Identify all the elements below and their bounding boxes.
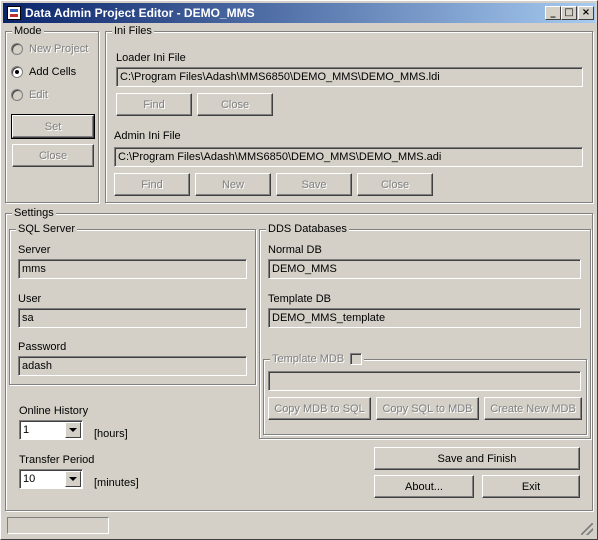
new-project-radio[interactable] bbox=[11, 43, 23, 55]
minimize-button[interactable]: _ bbox=[545, 6, 561, 20]
server-label: Server bbox=[18, 244, 51, 256]
password-label: Password bbox=[18, 341, 67, 353]
normal-db-field[interactable]: DEMO_MMS bbox=[268, 259, 581, 279]
title-bar[interactable]: Data Admin Project Editor - DEMO_MMS _ □… bbox=[3, 3, 595, 23]
app-icon bbox=[7, 6, 21, 20]
admin-close-button[interactable]: Close bbox=[357, 173, 433, 196]
online-history-unit: [hours] bbox=[94, 428, 128, 440]
dds-databases-group-label: DDS Databases bbox=[266, 222, 349, 236]
resize-grip-icon[interactable] bbox=[581, 523, 593, 535]
transfer-period-label: Transfer Period bbox=[19, 454, 95, 466]
online-history-select[interactable]: 1 bbox=[19, 420, 83, 440]
sql-server-group: SQL Server Server mms User sa Password a… bbox=[9, 222, 256, 385]
admin-find-button[interactable]: Find bbox=[114, 173, 190, 196]
template-db-label: Template DB bbox=[268, 293, 331, 305]
admin-ini-field[interactable]: C:\Program Files\Adash\MMS6850\DEMO_MMS\… bbox=[114, 147, 583, 167]
transfer-period-value: 10 bbox=[23, 473, 36, 485]
mode-group-label: Mode bbox=[12, 24, 44, 38]
sql-server-group-label: SQL Server bbox=[16, 222, 78, 236]
ini-files-group: Ini Files Loader Ini File C:\Program Fil… bbox=[105, 24, 593, 203]
about-button[interactable]: About... bbox=[374, 475, 474, 498]
save-and-finish-button[interactable]: Save and Finish bbox=[374, 447, 580, 470]
add-cells-label: Add Cells bbox=[29, 66, 77, 78]
admin-new-button[interactable]: New bbox=[195, 173, 271, 196]
chevron-down-icon[interactable] bbox=[65, 471, 81, 487]
radio-selected-dot bbox=[15, 70, 19, 74]
create-new-mdb-button[interactable]: Create New MDB bbox=[484, 397, 582, 420]
admin-ini-label: Admin Ini File bbox=[114, 130, 181, 142]
copy-mdb-to-sql-button[interactable]: Copy MDB to SQL bbox=[268, 397, 371, 420]
edit-label: Edit bbox=[29, 89, 48, 101]
admin-save-button[interactable]: Save bbox=[276, 173, 352, 196]
server-field[interactable]: mms bbox=[18, 259, 247, 279]
add-cells-radio[interactable] bbox=[11, 66, 23, 78]
loader-ini-label: Loader Ini File bbox=[116, 52, 186, 64]
loader-close-button[interactable]: Close bbox=[197, 93, 273, 116]
template-db-field[interactable]: DEMO_MMS_template bbox=[268, 308, 581, 328]
exit-button[interactable]: Exit bbox=[482, 475, 580, 498]
loader-find-button[interactable]: Find bbox=[116, 93, 192, 116]
status-bar bbox=[3, 515, 595, 537]
password-field[interactable]: adash bbox=[18, 356, 247, 376]
new-project-label: New Project bbox=[29, 43, 89, 55]
transfer-period-unit: [minutes] bbox=[94, 477, 139, 489]
settings-group: Settings SQL Server Server mms User sa P… bbox=[5, 206, 593, 511]
template-mdb-field[interactable] bbox=[268, 371, 581, 391]
online-history-value: 1 bbox=[23, 424, 30, 436]
mode-group: Mode New Project Add Cells Edit Set Clos… bbox=[5, 24, 99, 203]
main-window: Data Admin Project Editor - DEMO_MMS _ □… bbox=[0, 0, 598, 540]
window-title: Data Admin Project Editor - DEMO_MMS bbox=[25, 6, 255, 20]
close-window-button[interactable]: × bbox=[578, 6, 594, 20]
settings-group-label: Settings bbox=[12, 206, 56, 220]
online-history-label: Online History bbox=[19, 405, 89, 417]
set-button[interactable]: Set bbox=[11, 114, 95, 139]
dds-databases-group: DDS Databases Normal DB DEMO_MMS Templat… bbox=[259, 222, 591, 439]
ini-files-group-label: Ini Files bbox=[112, 24, 154, 38]
template-mdb-checkbox[interactable] bbox=[350, 353, 362, 365]
loader-ini-field[interactable]: C:\Program Files\Adash\MMS6850\DEMO_MMS\… bbox=[116, 67, 583, 87]
user-label: User bbox=[18, 293, 42, 305]
normal-db-label: Normal DB bbox=[268, 244, 322, 256]
maximize-button[interactable]: □ bbox=[561, 6, 577, 20]
copy-sql-to-mdb-button[interactable]: Copy SQL to MDB bbox=[376, 397, 479, 420]
user-field[interactable]: sa bbox=[18, 308, 247, 328]
edit-radio[interactable] bbox=[11, 89, 23, 101]
status-panel bbox=[7, 517, 109, 534]
mode-close-button[interactable]: Close bbox=[12, 144, 94, 167]
chevron-down-icon[interactable] bbox=[65, 422, 81, 438]
template-mdb-group: Template MDB Copy MDB to SQL Copy SQL to… bbox=[263, 352, 587, 435]
transfer-period-select[interactable]: 10 bbox=[19, 469, 83, 489]
